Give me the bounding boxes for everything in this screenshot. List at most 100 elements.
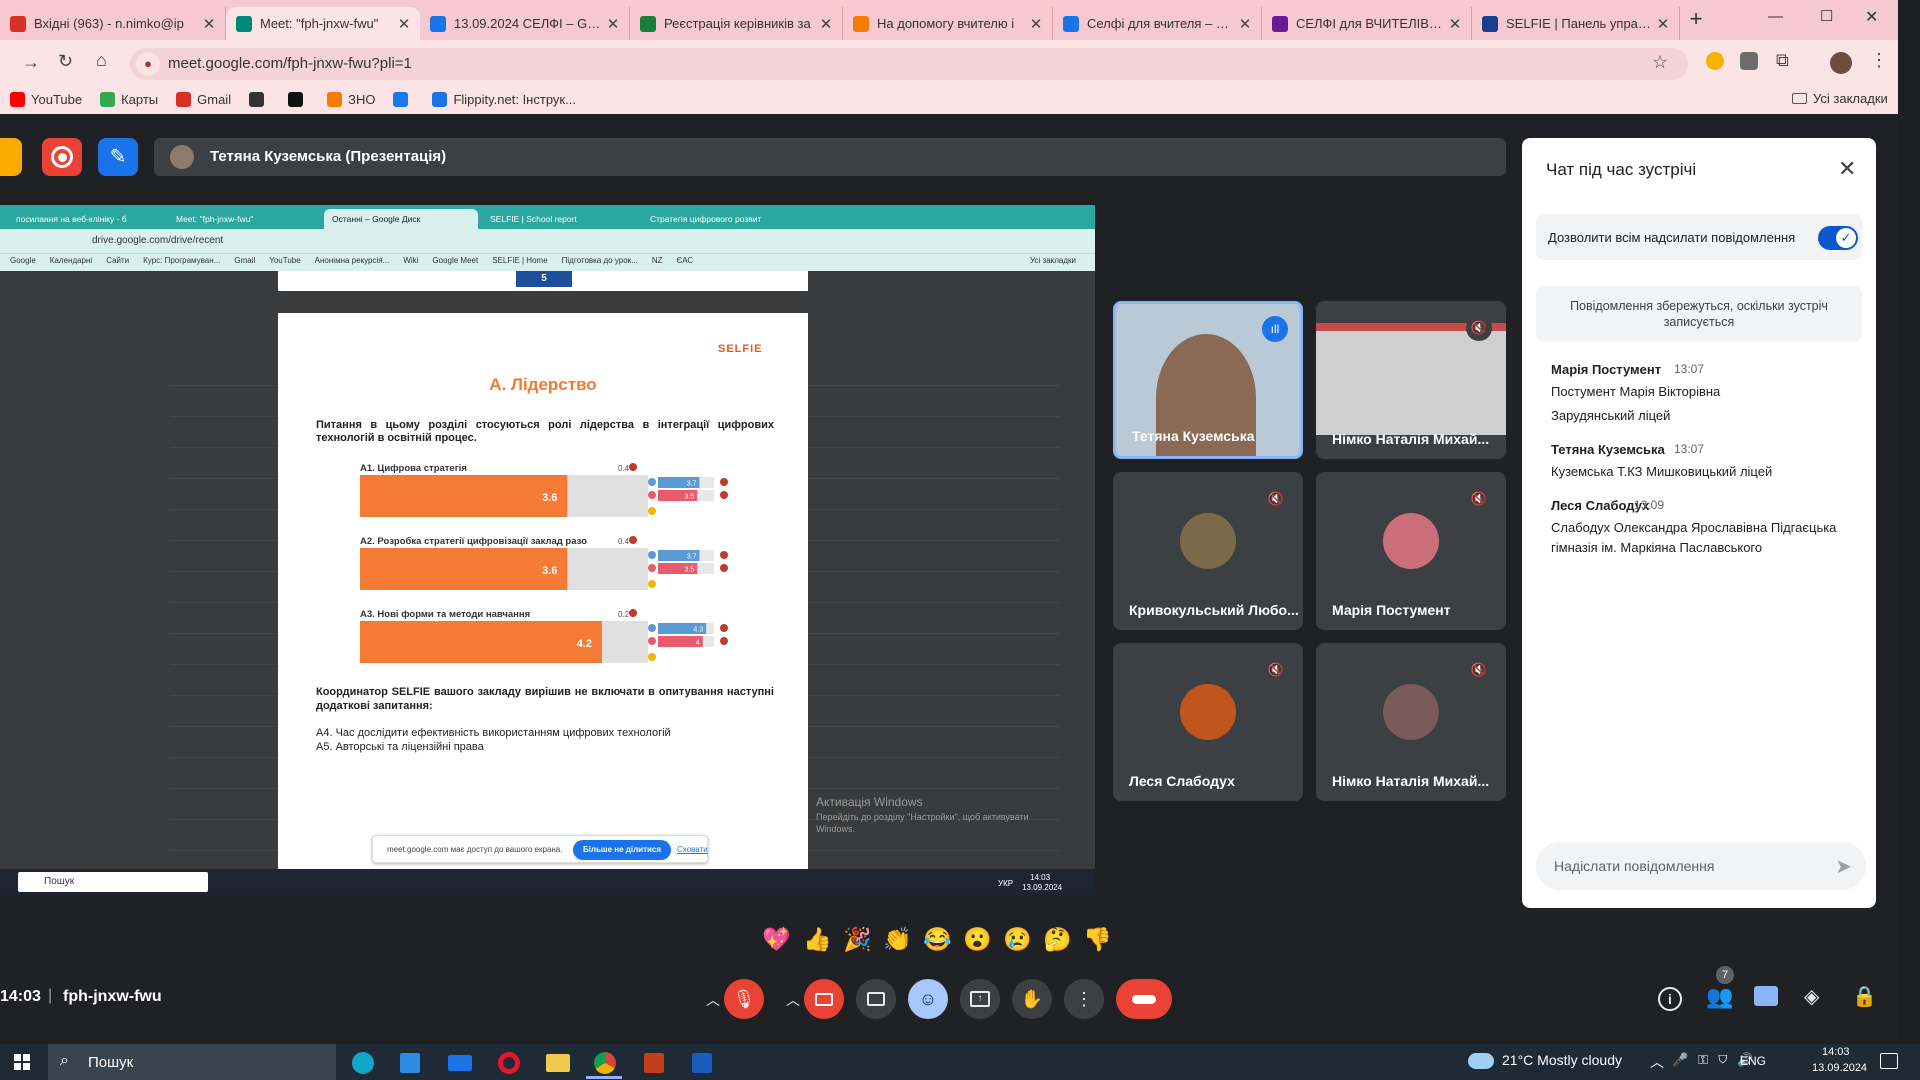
meeting-details-icon[interactable]: i xyxy=(1658,987,1682,1011)
send-icon[interactable]: ➤ xyxy=(1835,854,1852,879)
clock-time[interactable]: 14:03 xyxy=(1822,1046,1850,1058)
star-icon[interactable]: ☆ xyxy=(1652,52,1668,73)
forward-icon[interactable]: → xyxy=(22,52,40,73)
extension-icon-2[interactable] xyxy=(1740,52,1758,70)
present-button[interactable]: ↑ xyxy=(960,979,1000,1019)
raise-hand-button[interactable]: ✋ xyxy=(1012,979,1052,1019)
bookmark-item[interactable]: Карты xyxy=(100,91,158,107)
reaction-emoji[interactable]: 👍 xyxy=(803,926,832,953)
bookmark-item[interactable]: YouTube xyxy=(10,91,82,107)
chat-input[interactable]: Надіслати повідомлення ➤ xyxy=(1536,842,1866,890)
opera-icon[interactable] xyxy=(498,1052,520,1074)
explorer-icon[interactable] xyxy=(546,1054,570,1072)
tab-close-icon[interactable]: ✕ xyxy=(816,15,836,33)
stop-sharing-button[interactable]: Більше не ділитися xyxy=(573,840,671,860)
bookmarks-bar: YouTube Карты Gmail ЗНО Flippity.net: Інстру… xyxy=(0,84,1898,114)
bookmark-item[interactable] xyxy=(288,91,309,107)
bookmark-item[interactable]: ЗНО xyxy=(327,91,375,107)
reaction-emoji[interactable]: 😮 xyxy=(963,926,992,953)
audio-options-chevron-icon[interactable]: ︿ xyxy=(706,990,720,1010)
minimize-button[interactable]: — xyxy=(1768,8,1783,25)
extension-icon[interactable] xyxy=(1706,52,1724,70)
site-info-icon[interactable]: ● xyxy=(136,52,160,76)
tab-close-icon[interactable]: ✕ xyxy=(1445,15,1465,33)
mic-off-button[interactable]: 🎙 xyxy=(724,979,764,1019)
toggle-check-icon: ✓ xyxy=(1836,228,1856,248)
participant-tile[interactable]: ıll Тетяна Куземська xyxy=(1113,301,1303,459)
close-window-button[interactable]: ✕ xyxy=(1865,7,1878,27)
tab-close-icon[interactable]: ✕ xyxy=(1235,15,1255,33)
reactions-button[interactable]: ☺ xyxy=(908,979,948,1019)
taskbar-search[interactable]: ⌕ Пошук xyxy=(48,1044,336,1080)
notifications-icon[interactable] xyxy=(1880,1053,1898,1069)
new-tab-button[interactable]: + xyxy=(1682,6,1710,34)
host-controls-icon[interactable]: 🔒 xyxy=(1852,984,1877,1009)
mail-icon[interactable] xyxy=(448,1055,472,1071)
powerpoint-icon[interactable] xyxy=(644,1053,664,1073)
participant-name: Марія Постумент xyxy=(1332,602,1451,618)
tab-close-icon[interactable]: ✕ xyxy=(199,15,219,33)
store-icon[interactable] xyxy=(400,1053,420,1073)
allow-messages-toggle[interactable]: ✓ xyxy=(1818,226,1858,250)
puzzle-icon[interactable]: ⧉ xyxy=(1776,50,1789,71)
participant-tile[interactable]: 🔇 Німко Наталія Михай... xyxy=(1316,643,1506,801)
video-options-chevron-icon[interactable]: ︿ xyxy=(786,990,800,1010)
participant-tile[interactable]: 🔇 Марія Постумент xyxy=(1316,472,1506,630)
reaction-emoji[interactable]: 🎉 xyxy=(843,926,872,953)
edge-icon[interactable] xyxy=(352,1052,374,1074)
record-button[interactable] xyxy=(42,138,82,176)
reaction-emoji[interactable]: 😢 xyxy=(1003,926,1032,953)
reaction-emoji[interactable]: 👎 xyxy=(1083,926,1112,953)
tab-close-icon[interactable]: ✕ xyxy=(603,15,623,33)
browser-tab[interactable]: 13.09.2024 СЕЛФІ – Goog ✕ xyxy=(420,7,630,40)
browser-tab[interactable]: SELFIE | Панель управлін ✕ xyxy=(1472,7,1680,40)
bookmark-item[interactable] xyxy=(249,91,270,107)
tray-chevron-icon[interactable]: ︿ xyxy=(1650,1052,1664,1072)
chrome-icon[interactable] xyxy=(594,1052,616,1074)
people-icon[interactable]: 👥 xyxy=(1706,984,1733,1010)
screen-share-stop-icon[interactable] xyxy=(0,138,22,176)
tab-close-icon[interactable]: ✕ xyxy=(1026,15,1046,33)
word-icon[interactable] xyxy=(692,1053,712,1073)
windows-start-icon[interactable] xyxy=(14,1054,30,1070)
leave-call-button[interactable] xyxy=(1116,979,1172,1019)
bookmark-item[interactable]: Flippity.net: Інструк... xyxy=(432,91,576,107)
chat-time: 13:07 xyxy=(1674,442,1705,456)
browser-tab[interactable]: Селфі для вчителя – Goo ✕ xyxy=(1053,7,1262,40)
profile-avatar[interactable] xyxy=(1830,52,1852,74)
clock-date[interactable]: 13.09.2024 xyxy=(1812,1062,1867,1074)
hide-link[interactable]: Сховати xyxy=(677,845,708,854)
reload-icon[interactable]: ↻ xyxy=(58,51,73,72)
url-text[interactable]: meet.google.com/fph-jnxw-fwu?pli=1 xyxy=(168,55,412,72)
activities-icon[interactable]: ◈ xyxy=(1804,984,1819,1009)
reaction-emoji[interactable]: 👏 xyxy=(883,926,912,953)
bookmark-item[interactable] xyxy=(393,91,414,107)
participant-tile[interactable]: 🔇 Німко Наталія Михай... xyxy=(1316,301,1506,459)
participant-tile[interactable]: 🔇 Леся Слабодух xyxy=(1113,643,1303,801)
home-icon[interactable]: ⌂ xyxy=(96,50,107,71)
browser-tab[interactable]: На допомогу вчителю і ✕ xyxy=(843,7,1053,40)
menu-icon[interactable]: ⋮ xyxy=(1870,50,1888,71)
camera-off-button[interactable] xyxy=(804,979,844,1019)
whiteboard-button[interactable]: ✎ xyxy=(98,138,138,176)
browser-tab[interactable]: Meet: "fph-jnxw-fwu" ✕ xyxy=(226,7,420,40)
reaction-emoji[interactable]: 🤔 xyxy=(1043,926,1072,953)
bookmark-item[interactable]: Gmail xyxy=(176,91,231,107)
participant-tile[interactable]: 🔇 Кривокульський Любо... xyxy=(1113,472,1303,630)
browser-tab[interactable]: СЕЛФІ для ВЧИТЕЛІВ - Є ✕ xyxy=(1262,7,1472,40)
tab-close-icon[interactable]: ✕ xyxy=(394,15,414,33)
chat-close-button[interactable]: ✕ xyxy=(1838,156,1856,182)
reaction-emoji[interactable]: 💖 xyxy=(762,926,791,953)
participant-avatar xyxy=(1180,513,1236,569)
maximize-button[interactable]: ☐ xyxy=(1820,7,1833,25)
browser-tab[interactable]: Реєстрація керівників за ✕ xyxy=(630,7,843,40)
all-bookmarks[interactable]: Усі закладки xyxy=(1792,91,1888,106)
captions-button[interactable] xyxy=(856,979,896,1019)
language-indicator[interactable]: ENG xyxy=(1740,1054,1766,1068)
browser-tab[interactable]: Вхідні (963) - n.nimko@ip ✕ xyxy=(0,7,226,40)
tab-close-icon[interactable]: ✕ xyxy=(1653,15,1673,33)
reaction-emoji[interactable]: 😂 xyxy=(923,926,952,953)
chat-icon[interactable] xyxy=(1754,986,1778,1006)
weather-text[interactable]: 21°C Mostly cloudy xyxy=(1502,1052,1622,1068)
more-options-button[interactable]: ⋮ xyxy=(1064,979,1104,1019)
